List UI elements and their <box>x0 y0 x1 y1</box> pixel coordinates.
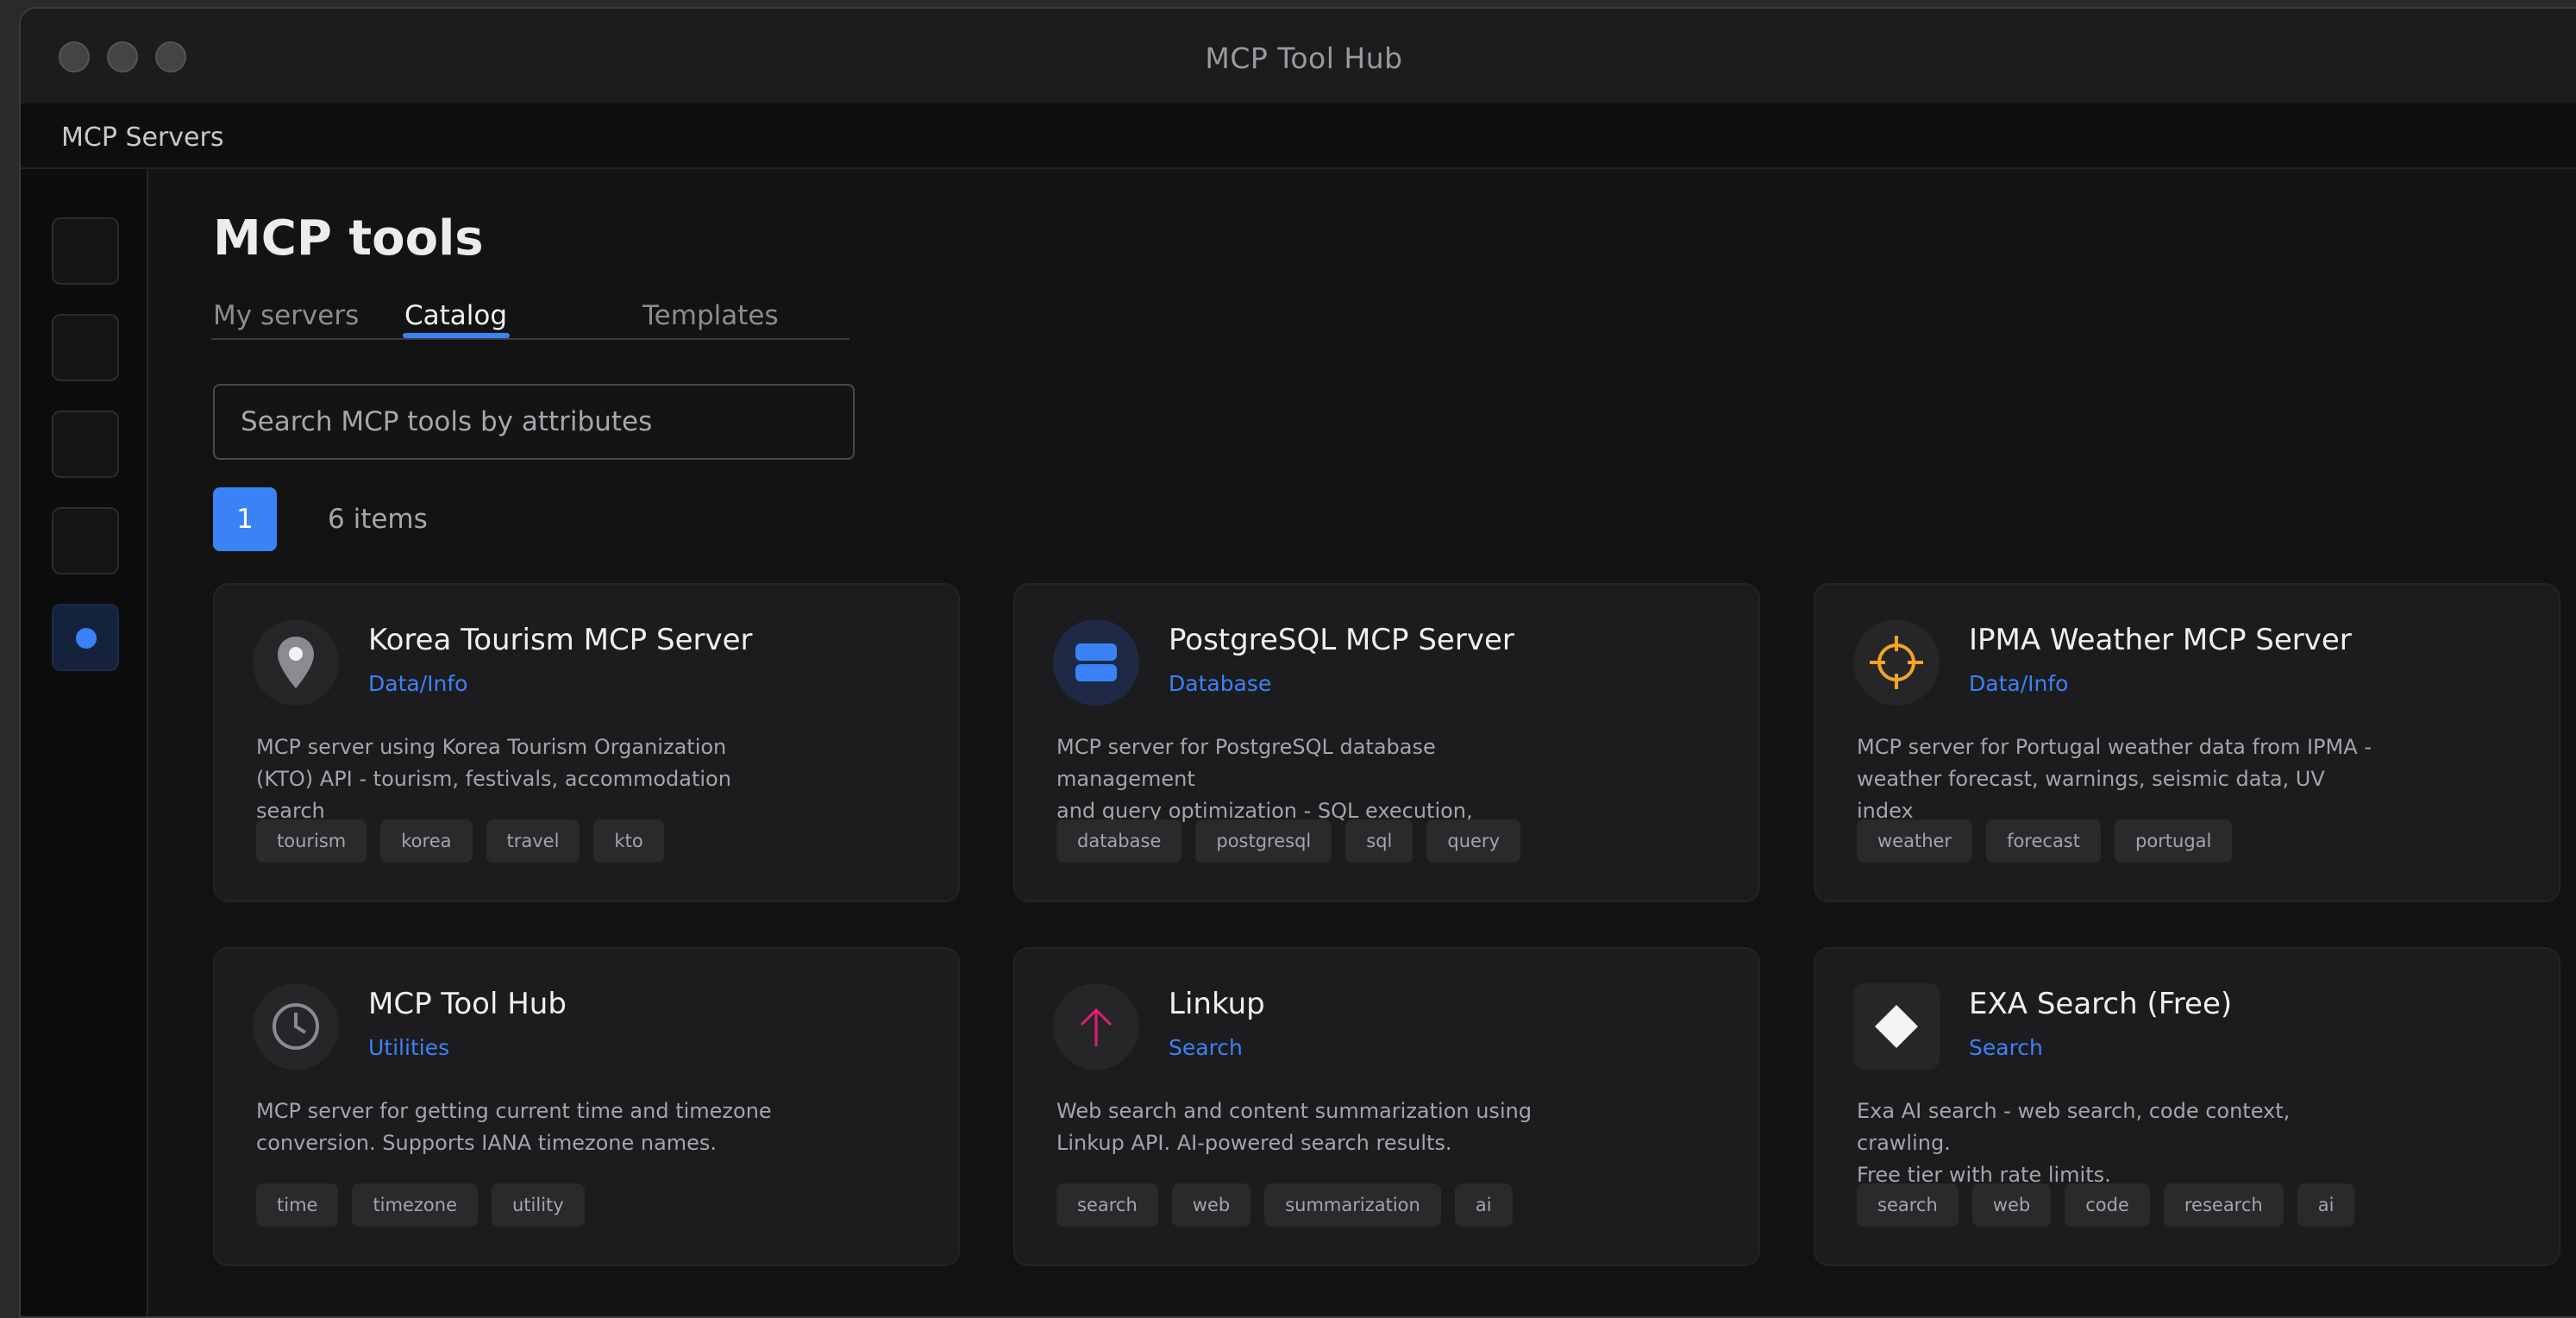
tag[interactable]: sql <box>1345 819 1413 863</box>
card-title: Korea Tourism MCP Server <box>368 623 753 657</box>
map-pin-icon <box>253 619 339 706</box>
page-title: MCP tools <box>213 210 484 267</box>
tag[interactable]: postgresql <box>1195 819 1332 863</box>
tab-catalog[interactable]: Catalog <box>404 300 507 331</box>
diamond-icon <box>1853 983 1940 1070</box>
card-description: MCP server for getting current time and … <box>256 1095 774 1159</box>
tag[interactable]: weather <box>1857 819 1973 863</box>
card-description: MCP server for Portugal weather data fro… <box>1857 731 2374 827</box>
tab-my-servers[interactable]: My servers <box>213 300 359 331</box>
card-title: EXA Search (Free) <box>1969 987 2233 1021</box>
card-title: MCP Tool Hub <box>368 987 567 1021</box>
card-title: PostgreSQL MCP Server <box>1169 623 1514 657</box>
card-mcp-tool-hub[interactable]: MCP Tool Hub Utilities MCP server for ge… <box>213 947 960 1266</box>
card-tags: weather forecast portugal <box>1857 819 2233 863</box>
tag[interactable]: time <box>256 1183 339 1227</box>
title-bar: MCP Tool Hub <box>21 9 2576 105</box>
tag[interactable]: research <box>2163 1183 2284 1227</box>
tag[interactable]: kto <box>593 819 664 863</box>
card-category: Database <box>1169 671 1272 696</box>
search-input[interactable]: Search MCP tools by attributes <box>213 384 855 460</box>
card-description-line: (KTO) API - tourism, festivals, accommod… <box>256 767 731 823</box>
tag[interactable]: forecast <box>1986 819 2101 863</box>
rail-item-4[interactable] <box>52 507 119 574</box>
tag[interactable]: ai <box>2297 1183 2355 1227</box>
card-description: Exa AI search - web search, code context… <box>1857 1095 2374 1191</box>
card-description-line: Linkup API. AI-powered search results. <box>1056 1131 1452 1155</box>
card-tags: database postgresql sql query <box>1056 819 1520 863</box>
tag[interactable]: web <box>1171 1183 1251 1227</box>
tag[interactable]: timezone <box>352 1183 478 1227</box>
tag[interactable]: utility <box>492 1183 585 1227</box>
card-description: Web search and content summarization usi… <box>1056 1095 1574 1159</box>
tag[interactable]: travel <box>486 819 580 863</box>
tag[interactable]: database <box>1056 819 1182 863</box>
database-icon <box>1053 619 1139 706</box>
card-description-line: MCP server using Korea Tourism Organizat… <box>256 735 727 759</box>
tag[interactable]: summarization <box>1264 1183 1441 1227</box>
card-tags: tourism korea travel kto <box>256 819 664 863</box>
card-description-line: MCP server for Portugal weather data fro… <box>1857 735 2372 759</box>
active-dot-icon <box>76 628 97 649</box>
card-category: Utilities <box>368 1035 450 1060</box>
card-tags: search web summarization ai <box>1056 1183 1513 1227</box>
tag[interactable]: web <box>1971 1183 2052 1227</box>
card-tags: time timezone utility <box>256 1183 585 1227</box>
rail-item-mcp-active[interactable] <box>52 604 119 671</box>
nav-title: MCP Servers <box>61 122 224 153</box>
rail-item-3[interactable] <box>52 411 119 478</box>
crosshair-icon <box>1853 619 1940 706</box>
card-linkup[interactable]: Linkup Search Web search and content sum… <box>1013 947 1760 1266</box>
active-tab-indicator <box>403 333 510 338</box>
card-category: Data/Info <box>1969 671 2069 696</box>
tab-templates[interactable]: Templates <box>642 300 779 331</box>
card-ipma-weather[interactable]: IPMA Weather MCP Server Data/Info MCP se… <box>1814 583 2560 902</box>
card-korea-tourism[interactable]: Korea Tourism MCP Server Data/Info MCP s… <box>213 583 960 902</box>
tag[interactable]: ai <box>1454 1183 1513 1227</box>
tag[interactable]: portugal <box>2115 819 2233 863</box>
card-description-line: MCP server for PostgreSQL database manag… <box>1056 735 1436 791</box>
card-category: Search <box>1969 1035 2043 1060</box>
card-category: Data/Info <box>368 671 468 696</box>
tag[interactable]: code <box>2065 1183 2150 1227</box>
card-description-line: Exa AI search - web search, code context… <box>1857 1099 2291 1155</box>
card-description-line: weather forecast, warnings, seismic data… <box>1857 767 2325 823</box>
tag[interactable]: query <box>1426 819 1520 863</box>
window-title: MCP Tool Hub <box>1205 41 1403 75</box>
card-description: MCP server using Korea Tourism Organizat… <box>256 731 774 827</box>
arrow-up-icon <box>1053 983 1139 1070</box>
tag[interactable]: tourism <box>256 819 367 863</box>
rail-item-1[interactable] <box>52 217 119 285</box>
sidebar-rail <box>21 169 148 1316</box>
card-description-line: conversion. Supports IANA timezone names… <box>256 1131 718 1155</box>
tag[interactable]: search <box>1056 1183 1158 1227</box>
item-count: 6 items <box>328 504 428 535</box>
tag[interactable]: korea <box>380 819 473 863</box>
clock-icon <box>253 983 339 1070</box>
card-category: Search <box>1169 1035 1243 1060</box>
card-description-line: Web search and content summarization usi… <box>1056 1099 1532 1123</box>
tab-bar: My servers Catalog Templates <box>211 300 849 340</box>
tag[interactable]: search <box>1857 1183 1959 1227</box>
main-content: MCP tools My servers Catalog Templates S… <box>148 169 2576 1316</box>
card-title: IPMA Weather MCP Server <box>1969 623 2352 657</box>
card-postgresql[interactable]: PostgreSQL MCP Server Database MCP serve… <box>1013 583 1760 902</box>
card-title: Linkup <box>1169 987 1265 1021</box>
page-1-button[interactable]: 1 <box>213 487 277 551</box>
card-exa-search[interactable]: EXA Search (Free) Search Exa AI search -… <box>1814 947 2560 1266</box>
app-window: MCP Tool Hub MCP Servers MCP tools My se… <box>19 7 2576 1318</box>
card-tags: search web code research ai <box>1857 1183 2355 1227</box>
top-nav-bar: MCP Servers <box>21 105 2576 169</box>
rail-item-2[interactable] <box>52 314 119 381</box>
card-description-line: MCP server for getting current time and … <box>256 1099 772 1123</box>
